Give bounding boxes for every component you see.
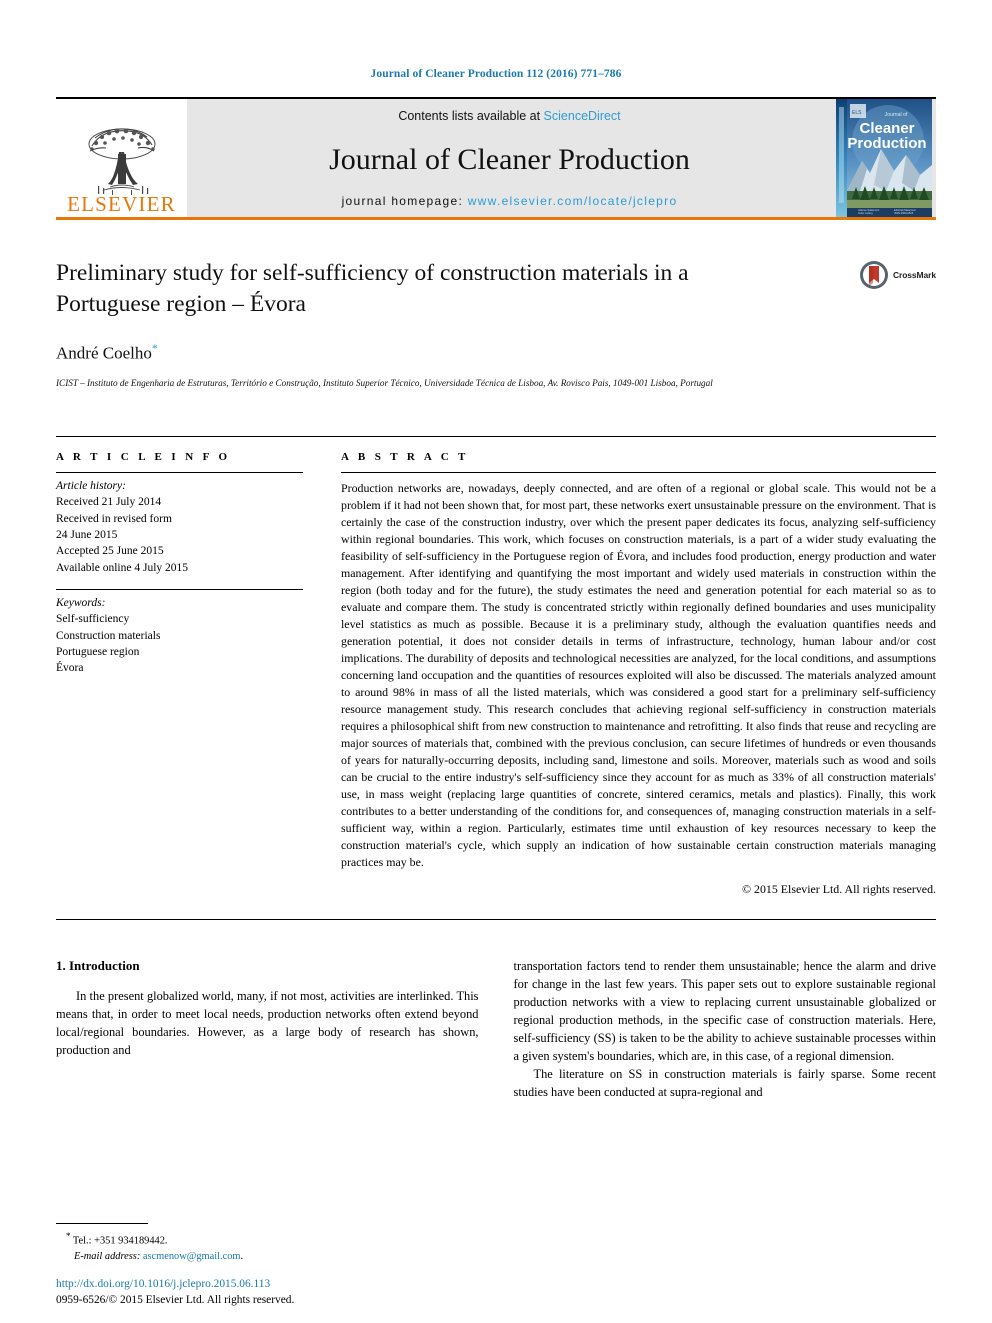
footnote-email-link[interactable]: ascmenow@gmail.com	[143, 1251, 241, 1262]
history-item: Received 21 July 2014	[56, 496, 162, 509]
author-footnote-marker[interactable]: *	[152, 341, 158, 355]
journal-cover-image: ELS Journal of Cleaner Production Volume…	[836, 99, 932, 217]
history-item: Available online 4 July 2015	[56, 561, 189, 574]
crossmark-icon	[859, 261, 888, 289]
contents-available-line: Contents lists available at ScienceDirec…	[398, 109, 620, 123]
crossmark-label: CrossMark	[892, 270, 936, 280]
keywords-block: Keywords: Self-sufficiency Construction …	[56, 588, 303, 677]
homepage-prefix: journal homepage:	[341, 194, 468, 208]
contents-prefix: Contents lists available at	[398, 109, 544, 123]
keyword-item: Self-sufficiency	[56, 613, 130, 626]
section-heading-introduction: 1. Introduction	[56, 958, 140, 974]
footnote-block: * Tel.: +351 934189442. E-mail address: …	[56, 1223, 506, 1265]
journal-title: Journal of Cleaner Production	[329, 142, 690, 176]
abstract-copyright: © 2015 Elsevier Ltd. All rights reserved…	[742, 882, 936, 897]
footnote-marker: *	[66, 1231, 71, 1242]
footnote-rule	[56, 1223, 148, 1225]
title-block: Preliminary study for self-sufficiency o…	[56, 258, 936, 408]
journal-masthead: ELSEVIER Contents lists available at Sci…	[56, 97, 936, 220]
keyword-item: Évora	[56, 662, 84, 675]
keyword-item: Portuguese region	[56, 645, 140, 658]
elsevier-wordmark: ELSEVIER	[67, 192, 176, 216]
masthead-center: Contents lists available at ScienceDirec…	[187, 99, 832, 217]
journal-cover-thumbnail[interactable]: ELS Journal of Cleaner Production Volume…	[832, 99, 936, 217]
keyword-item: Construction materials	[56, 629, 161, 642]
keywords-label: Keywords:	[56, 596, 106, 609]
history-item: 24 June 2015	[56, 528, 118, 541]
author-list: André Coelho*	[56, 341, 936, 364]
svg-text:Index Listing: Index Listing	[858, 211, 873, 215]
running-head: Journal of Cleaner Production 112 (2016)…	[370, 68, 622, 80]
article-info-column: A R T I C L E I N F O Article history: R…	[56, 451, 303, 897]
footnote-email-period: .	[240, 1251, 244, 1263]
intro-paragraph-right-1: transportation factors tend to render th…	[513, 959, 937, 1064]
crossmark-badge[interactable]: CrossMark	[859, 260, 936, 290]
page-title: Preliminary study for self-sufficiency o…	[56, 260, 689, 318]
svg-text:ISSN 0959-6526: ISSN 0959-6526	[894, 211, 914, 215]
article-history-label: Article history:	[56, 480, 126, 492]
history-item: Received in revised form	[56, 512, 172, 525]
abstract-heading: A B S T R A C T	[341, 451, 469, 463]
author-affiliation: ICIST – Instituto de Engenharia de Estru…	[56, 377, 713, 388]
body-two-column: 1. Introduction In the present globalize…	[56, 958, 936, 1102]
svg-text:ELS: ELS	[852, 110, 862, 116]
elsevier-logo: ELSEVIER	[56, 99, 187, 217]
body-column-left: 1. Introduction In the present globalize…	[56, 958, 479, 1102]
article-history: Article history: Received 21 July 2014 R…	[56, 473, 303, 576]
article-info-heading: A R T I C L E I N F O	[56, 451, 231, 463]
history-item: Accepted 25 June 2015	[56, 545, 164, 558]
svg-text:Journal of: Journal of	[885, 112, 908, 118]
intro-paragraph-left: In the present globalized world, many, i…	[56, 989, 479, 1058]
footnote-email-label: E-mail address:	[74, 1251, 141, 1263]
abstract-column: A B S T R A C T Production networks are,…	[341, 451, 936, 897]
intro-paragraph-right-2: The literature on SS in construction mat…	[513, 1067, 937, 1100]
elsevier-tree-icon	[88, 128, 155, 195]
info-abstract-section: A R T I C L E I N F O Article history: R…	[56, 436, 936, 897]
journal-homepage-line: journal homepage: www.elsevier.com/locat…	[342, 194, 678, 208]
author-name: André Coelho	[56, 343, 152, 363]
journal-homepage-link[interactable]: www.elsevier.com/locate/jclepro	[468, 194, 678, 208]
footnote-email: E-mail address: ascmenow@gmail.com.	[56, 1249, 506, 1265]
paper-page: Journal of Cleaner Production 112 (2016)…	[0, 0, 992, 1323]
abstract-text: Production networks are, nowadays, deepl…	[341, 481, 936, 870]
svg-text:Production: Production	[847, 135, 926, 152]
footnote-tel: * Tel.: +351 934189442.	[56, 1230, 506, 1249]
sciencedirect-link[interactable]: ScienceDirect	[544, 109, 621, 123]
body-separator-rule	[56, 919, 936, 921]
document-footer: http://dx.doi.org/10.1016/j.jclepro.2015…	[56, 1276, 516, 1309]
issn-copyright-line: 0959-6526/© 2015 Elsevier Ltd. All right…	[56, 1294, 295, 1307]
doi-link[interactable]: http://dx.doi.org/10.1016/j.jclepro.2015…	[56, 1276, 516, 1293]
body-column-right: transportation factors tend to render th…	[514, 958, 937, 1102]
keywords-list: Keywords: Self-sufficiency Construction …	[56, 590, 303, 677]
footnote-tel-text: Tel.: +351 934189442.	[72, 1235, 168, 1247]
